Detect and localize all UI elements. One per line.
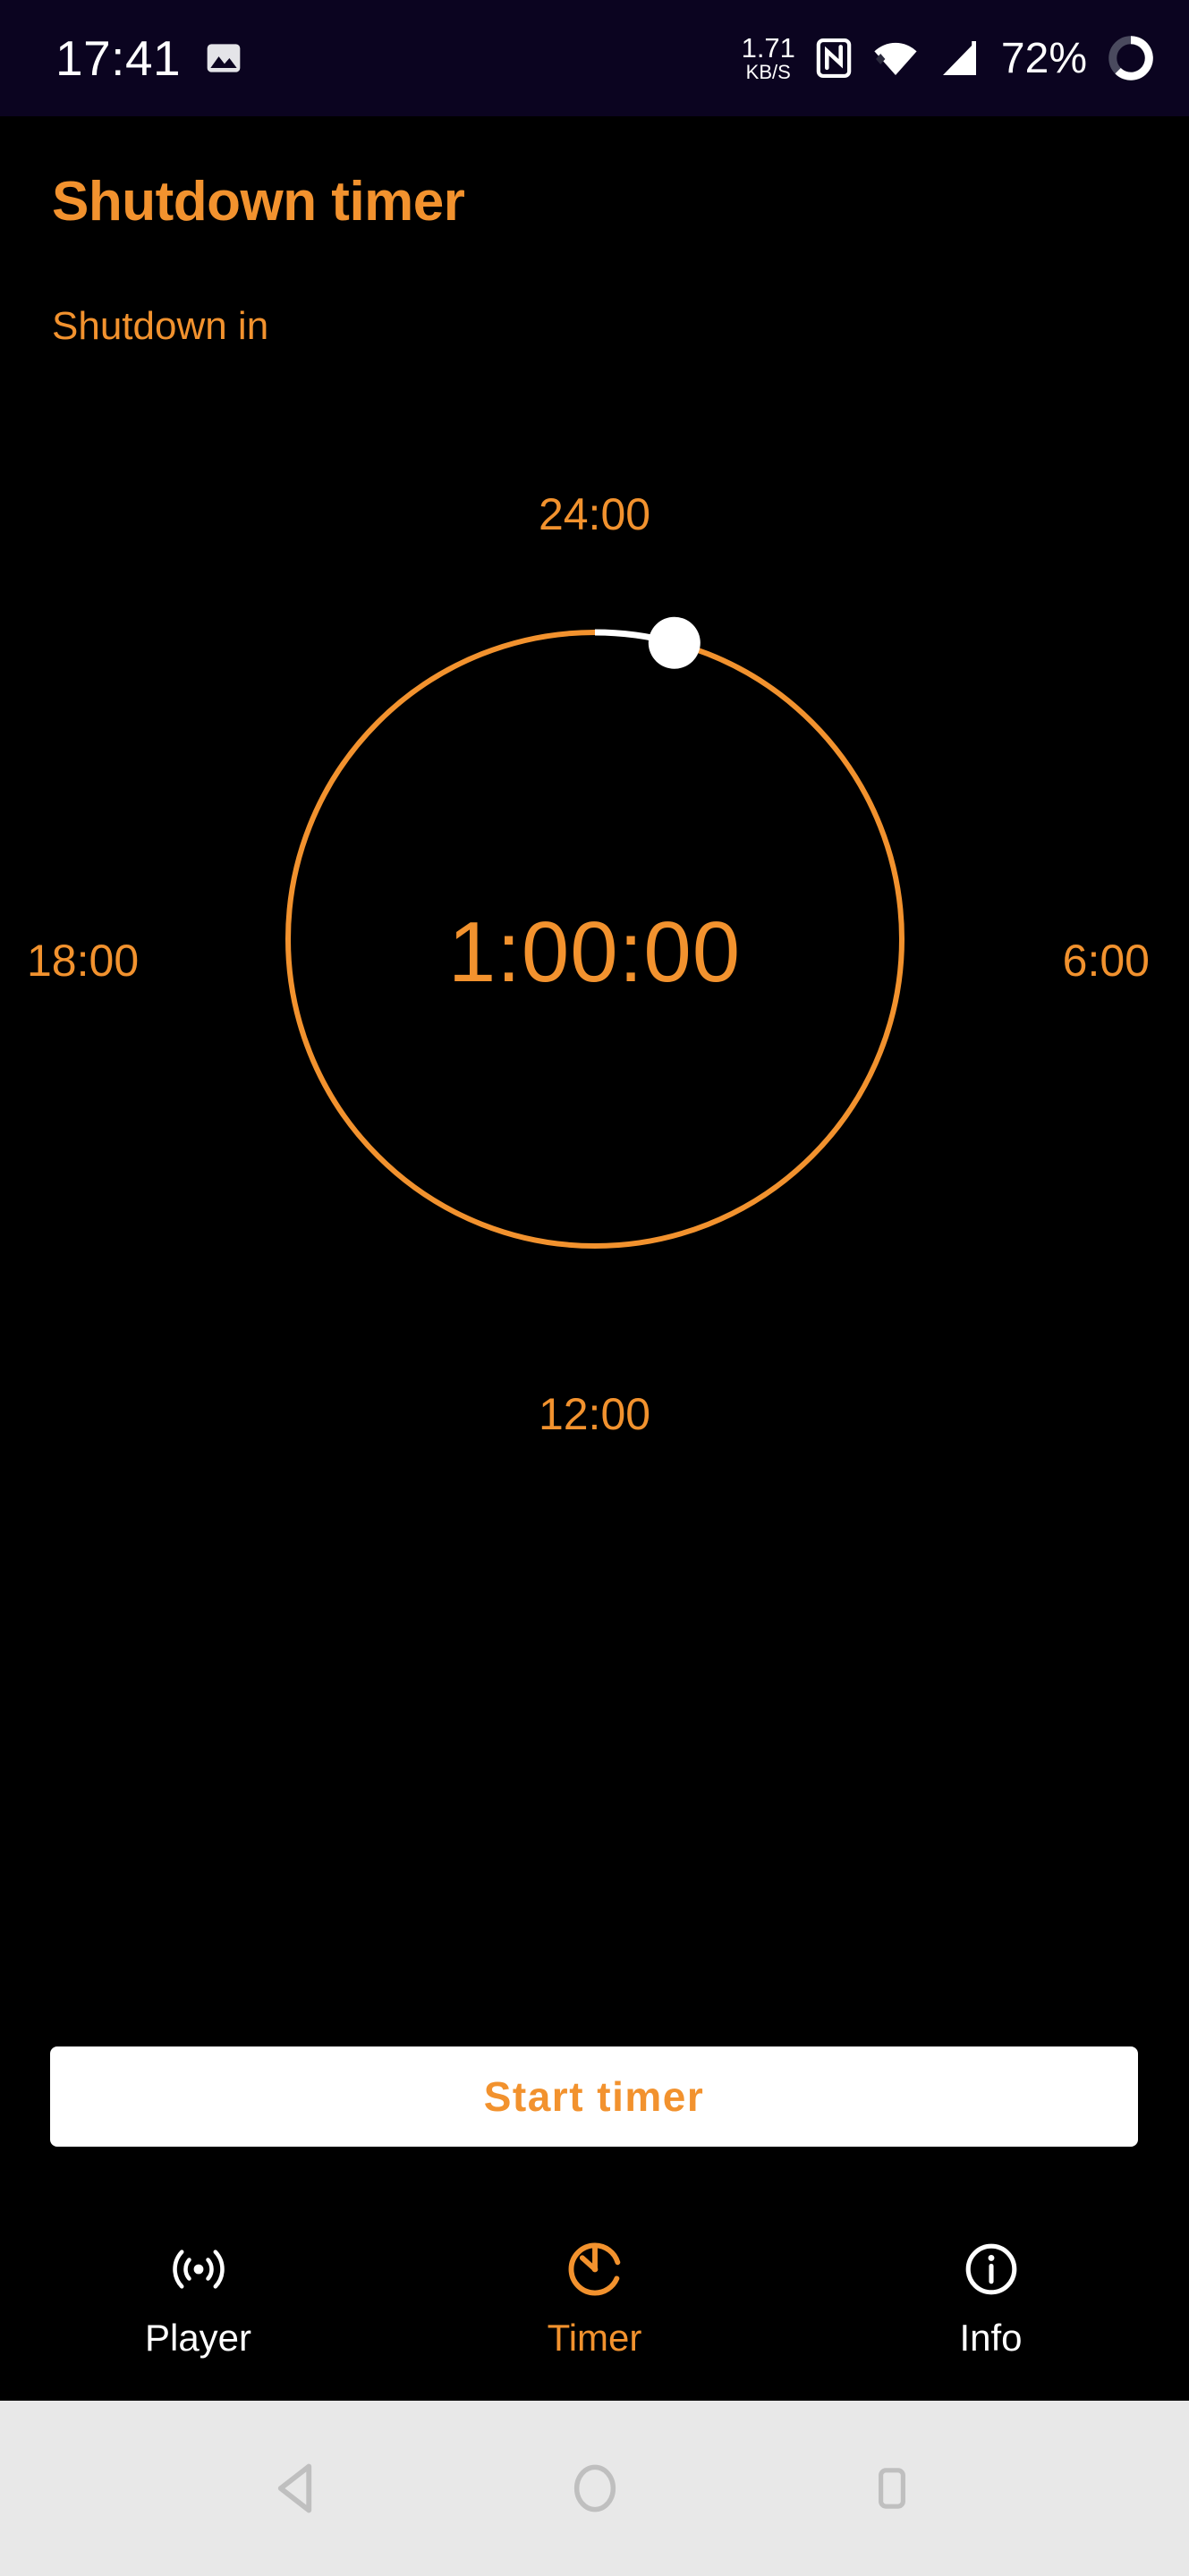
network-speed-value: 1.71	[741, 31, 795, 64]
bottom-tab-bar: Player Timer Info	[0, 2215, 1189, 2401]
info-circle-icon	[959, 2234, 1023, 2304]
network-speed-unit: KB/S	[745, 60, 791, 83]
home-circle-icon[interactable]	[541, 2435, 649, 2542]
tab-info[interactable]: Info	[793, 2215, 1189, 2360]
dial-knob-handle[interactable]	[648, 616, 701, 669]
status-bar-notification-icons	[204, 38, 243, 78]
status-bar-system-icons: 1.71 KB/S 72%	[742, 34, 1155, 83]
tab-info-label: Info	[959, 2317, 1023, 2359]
wifi-icon	[874, 42, 917, 75]
image-icon	[207, 44, 241, 72]
timer-dial[interactable]: 24:00 6:00 12:00 18:00 1:00:00	[0, 429, 1189, 1485]
system-navigation-bar	[0, 2401, 1189, 2576]
timer-icon	[562, 2234, 628, 2304]
battery-percent-label: 72%	[1000, 34, 1087, 82]
battery-ring-icon	[1108, 36, 1153, 80]
cellular-signal-icon	[942, 41, 976, 75]
network-speed-indicator: 1.71 KB/S	[742, 34, 795, 82]
page-subtitle: Shutdown in	[52, 304, 269, 348]
dial-tick-label-top: 24:00	[538, 489, 651, 539]
broadcast-waves-icon	[166, 2234, 232, 2304]
recents-square-icon[interactable]	[838, 2435, 946, 2542]
tab-timer[interactable]: Timer	[396, 2215, 793, 2360]
dial-tick-label-bottom: 12:00	[538, 1389, 651, 1439]
status-bar: 17:41 1.71 KB/S 72%	[0, 0, 1189, 116]
tab-player[interactable]: Player	[0, 2215, 396, 2360]
timer-duration-display: 1:00:00	[447, 904, 742, 1000]
tab-timer-label: Timer	[547, 2317, 642, 2359]
start-timer-button[interactable]: Start timer	[50, 2046, 1138, 2147]
status-bar-clock: 17:41	[55, 30, 182, 86]
back-triangle-icon[interactable]	[244, 2435, 352, 2542]
app-root: 17:41 1.71 KB/S 72% Shutdown timer Shutd…	[0, 0, 1189, 2576]
page-title: Shutdown timer	[52, 171, 465, 233]
nfc-icon	[816, 38, 852, 79]
tab-player-label: Player	[144, 2317, 252, 2359]
